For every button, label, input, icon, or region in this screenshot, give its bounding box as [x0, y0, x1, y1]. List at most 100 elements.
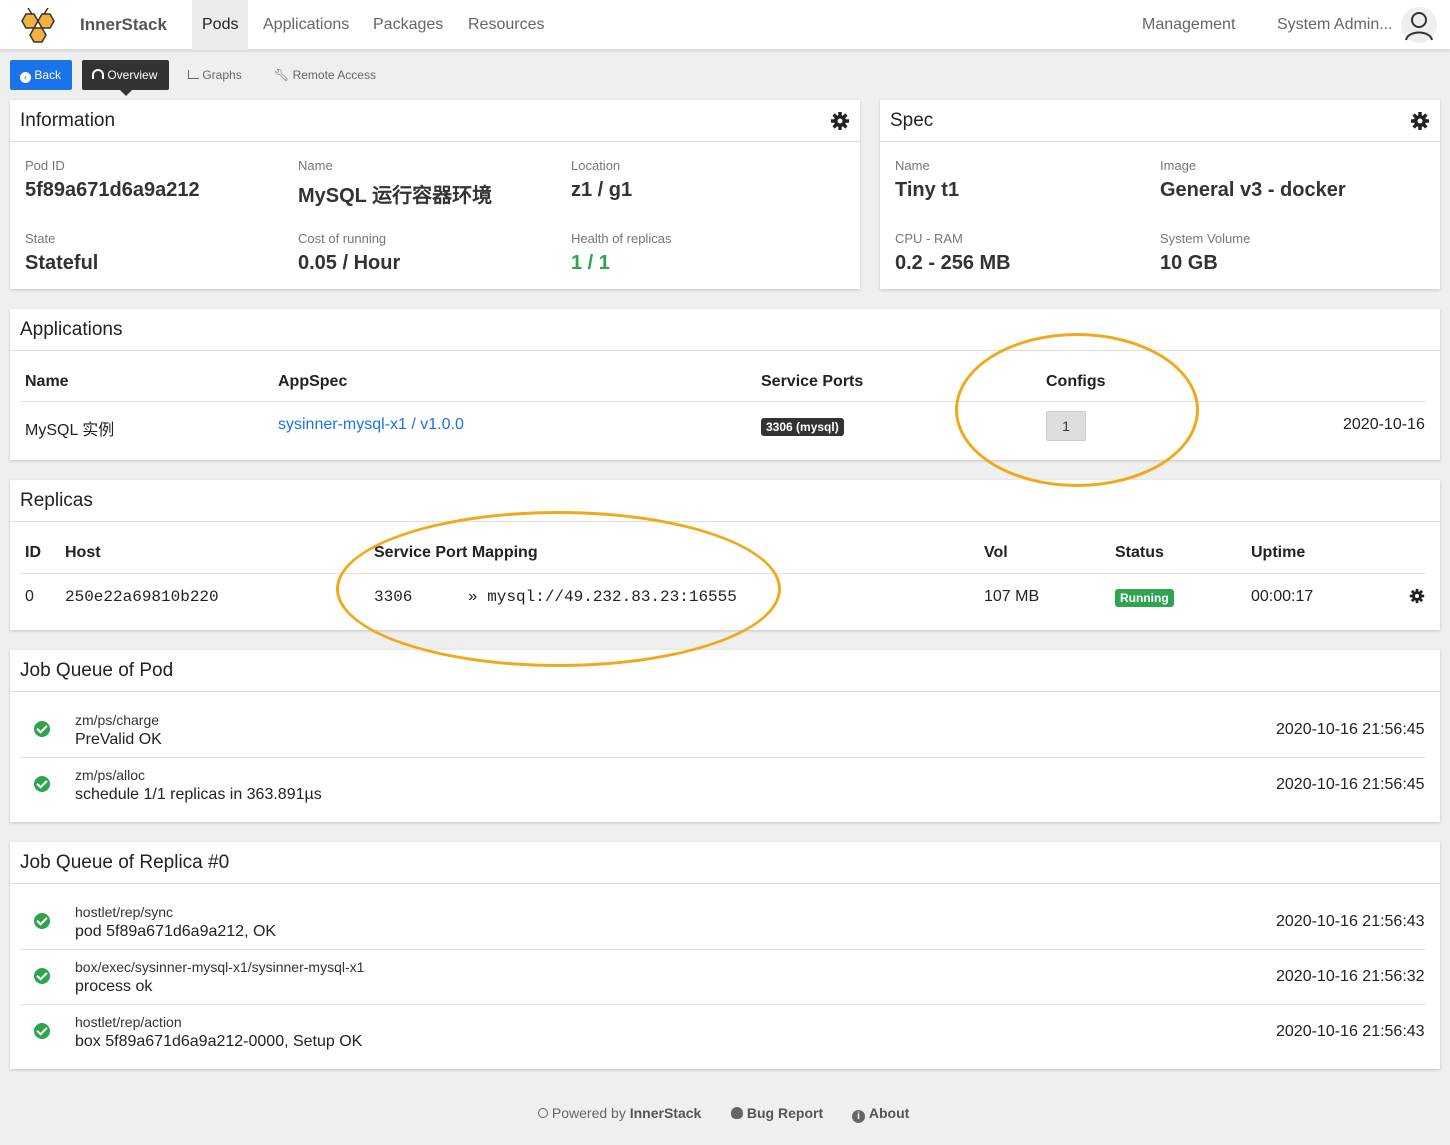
- state-field: State Stateful: [25, 231, 98, 275]
- success-check-icon: [34, 913, 50, 929]
- job-queue-replica-panel: Job Queue of Replica #0 hostlet/rep/sync…: [10, 842, 1440, 1069]
- gear-icon[interactable]: [830, 111, 850, 131]
- nav-management[interactable]: Management: [1142, 0, 1235, 50]
- divider: [20, 573, 1425, 574]
- chart-icon: [188, 70, 199, 79]
- col-status: Status: [1115, 544, 1164, 561]
- back-button[interactable]: ‹ Back: [10, 60, 72, 90]
- pod-id-value: 5f89a671d6a9a212: [25, 179, 200, 201]
- nav-user-menu[interactable]: System Admin...: [1277, 0, 1393, 50]
- spec-panel: Spec Name Tiny t1 Image General v3 - doc…: [880, 100, 1440, 289]
- job-time: 2020-10-16 21:56:43: [1276, 913, 1425, 930]
- footer-bug-report[interactable]: Bug Report: [731, 1105, 823, 1121]
- overview-label: Overview: [107, 68, 158, 82]
- status-badge: Running: [1115, 589, 1174, 607]
- replica-vol: 107 MB: [984, 588, 1040, 605]
- cpu-ram-value: 0.2 - 256 MB: [895, 252, 1011, 274]
- job-path: hostlet/rep/sync: [75, 904, 174, 920]
- user-avatar-icon[interactable]: [1401, 7, 1437, 43]
- job-message: PreValid OK: [75, 731, 162, 748]
- col-uptime: Uptime: [1251, 544, 1306, 561]
- success-check-icon: [34, 968, 50, 984]
- job-time: 2020-10-16 21:56:32: [1276, 968, 1425, 985]
- state-value: Stateful: [25, 252, 99, 274]
- information-panel: Information Pod ID 5f89a671d6a9a212 Name…: [10, 100, 860, 289]
- job-time: 2020-10-16 21:56:45: [1276, 721, 1425, 738]
- system-volume-field: System Volume 10 GB: [1160, 231, 1250, 275]
- job-message: box 5f89a671d6a9a212-0000, Setup OK: [75, 1033, 363, 1050]
- pod-id-field: Pod ID 5f89a671d6a9a212: [25, 158, 200, 202]
- job-time: 2020-10-16 21:56:43: [1276, 1023, 1425, 1040]
- brand-logo[interactable]: [12, 8, 64, 44]
- appspec-link[interactable]: sysinner-mysql-x1 / v1.0.0: [278, 416, 464, 434]
- pod-name-field: Name MySQL 运行容器环境: [298, 158, 492, 208]
- system-volume-value: 10 GB: [1160, 252, 1218, 274]
- job-queue-replica-title: Job Queue of Replica #0: [10, 842, 1440, 884]
- health-label: Health of replicas: [571, 231, 672, 246]
- job-message: process ok: [75, 978, 153, 995]
- col-name: Name: [25, 373, 69, 390]
- footer-powered-by[interactable]: Powered by InnerStack: [538, 1105, 701, 1121]
- replica-gear-icon[interactable]: [1409, 588, 1425, 604]
- wrench-icon: 🔧︎: [274, 68, 290, 82]
- divider: [20, 1004, 1425, 1005]
- divider: [20, 757, 1425, 758]
- divider: [20, 949, 1425, 950]
- divider: [20, 401, 1425, 402]
- remote-access-label: Remote Access: [292, 68, 376, 82]
- col-service-port-mapping: Service Port Mapping: [374, 544, 538, 561]
- replica-uptime: 00:00:17: [1251, 588, 1314, 605]
- brand-name[interactable]: InnerStack: [80, 15, 167, 35]
- state-label: State: [25, 231, 56, 246]
- nav-packages[interactable]: Packages: [363, 0, 453, 50]
- health-value: 1 / 1: [571, 252, 610, 274]
- service-port-badge: 3306 (mysql): [761, 418, 844, 436]
- cost-label: Cost of running: [298, 231, 387, 246]
- tab-remote-access[interactable]: 🔧︎ Remote Access: [274, 60, 376, 90]
- replica-port-target[interactable]: » mysql://49.232.83.23:16555: [468, 588, 737, 606]
- bug-icon: [731, 1107, 743, 1119]
- cpu-ram-field: CPU - RAM 0.2 - 256 MB: [895, 231, 1011, 275]
- success-check-icon: [34, 776, 50, 792]
- location-field: Location z1 / g1: [571, 158, 632, 202]
- about-label: About: [868, 1105, 910, 1121]
- health-field: Health of replicas 1 / 1: [571, 231, 671, 275]
- col-vol: Vol: [984, 544, 1008, 561]
- location-value: z1 / g1: [571, 179, 633, 201]
- image-value: General v3 - docker: [1160, 179, 1346, 201]
- applications-panel: Applications Name AppSpec Service Ports …: [10, 309, 1440, 460]
- tab-graphs[interactable]: Graphs: [188, 60, 242, 90]
- system-volume-label: System Volume: [1160, 231, 1251, 246]
- success-check-icon: [34, 721, 50, 737]
- image-field: Image General v3 - docker: [1160, 158, 1346, 202]
- spec-title-text: Spec: [890, 110, 934, 131]
- information-title: Information: [10, 100, 860, 142]
- information-title-text: Information: [20, 110, 116, 131]
- job-path: hostlet/rep/action: [75, 1014, 182, 1030]
- job-message: schedule 1/1 replicas in 363.891µs: [75, 786, 322, 803]
- applications-title: Applications: [10, 309, 1440, 351]
- job-path: zm/ps/charge: [75, 712, 160, 728]
- back-arrow-icon: ‹: [20, 72, 31, 83]
- back-label: Back: [34, 68, 62, 82]
- tab-overview[interactable]: Overview: [82, 60, 169, 96]
- honeycomb-logo-icon: [21, 8, 55, 43]
- job-path: zm/ps/alloc: [75, 767, 146, 783]
- bug-report-label: Bug Report: [746, 1105, 824, 1121]
- nav-resources[interactable]: Resources: [458, 0, 554, 50]
- top-navbar: InnerStack Pods Applications Packages Re…: [0, 0, 1450, 50]
- nav-applications[interactable]: Applications: [253, 0, 359, 50]
- app-date: 2020-10-16: [1343, 416, 1425, 433]
- image-label: Image: [1160, 158, 1197, 173]
- job-queue-pod-panel: Job Queue of Pod zm/ps/charge PreValid O…: [10, 650, 1440, 822]
- spec-title: Spec: [880, 100, 1440, 142]
- col-id: ID: [25, 544, 41, 561]
- gear-icon[interactable]: [1410, 111, 1430, 131]
- nav-pods[interactable]: Pods: [192, 0, 249, 50]
- job-path: box/exec/sysinner-mysql-x1/sysinner-mysq…: [75, 959, 365, 975]
- footer-about[interactable]: i About: [852, 1105, 909, 1123]
- graphs-label: Graphs: [202, 68, 242, 82]
- powered-brand: InnerStack: [629, 1105, 702, 1121]
- configs-button[interactable]: 1: [1046, 411, 1086, 441]
- job-time: 2020-10-16 21:56:45: [1276, 776, 1425, 793]
